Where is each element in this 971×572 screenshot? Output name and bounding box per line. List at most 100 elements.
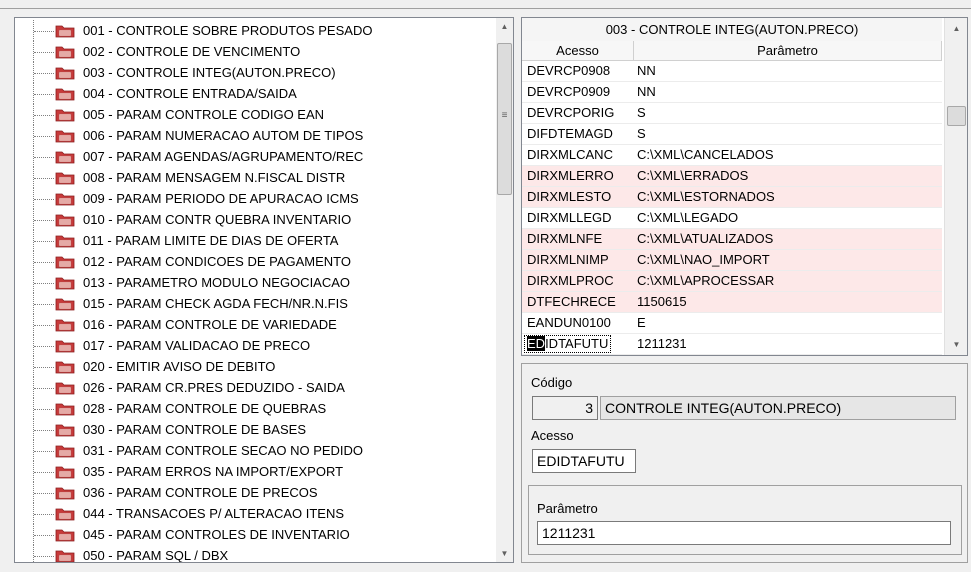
acesso-cell: DEVRCPORIG xyxy=(527,105,615,120)
parameter-grid[interactable]: 003 - CONTROLE INTEG(AUTON.PRECO) Acesso… xyxy=(521,17,968,356)
folder-icon xyxy=(55,151,75,164)
tree-item[interactable]: 050 - PARAM SQL / DBX xyxy=(15,545,497,562)
tree-connector xyxy=(34,220,54,221)
tree-item[interactable]: 007 - PARAM AGENDAS/AGRUPAMENTO/REC xyxy=(15,146,497,167)
grid-row[interactable]: DEVRCP0909 NN xyxy=(522,82,942,103)
tree-item[interactable]: 003 - CONTROLE INTEG(AUTON.PRECO) xyxy=(15,62,497,83)
tree-item-label: 015 - PARAM CHECK AGDA FECH/NR.N.FIS xyxy=(83,296,348,311)
tree-connector xyxy=(34,241,54,242)
grid-row[interactable]: DEVRCP0908 NN xyxy=(522,61,942,82)
tree-item[interactable]: 006 - PARAM NUMERACAO AUTOM DE TIPOS xyxy=(15,125,497,146)
tree-scrollbar[interactable]: ▲ ≡ ▼ xyxy=(496,18,513,562)
grid-row[interactable]: DIRXMLCANC C:\XML\CANCELADOS xyxy=(522,145,942,166)
tree-connector xyxy=(34,94,54,95)
detail-panel: Código 3 CONTROLE INTEG(AUTON.PRECO) Ace… xyxy=(521,363,968,563)
tree-item[interactable]: 009 - PARAM PERIODO DE APURACAO ICMS xyxy=(15,188,497,209)
folder-icon xyxy=(55,277,75,290)
tree-item[interactable]: 015 - PARAM CHECK AGDA FECH/NR.N.FIS xyxy=(15,293,497,314)
grid-row[interactable]: DIRXMLNIMP C:\XML\NAO_IMPORT xyxy=(522,250,942,271)
grid-scroll-thumb[interactable] xyxy=(947,106,966,126)
acesso-inline-editor[interactable]: EDIDTAFUTU xyxy=(524,335,612,353)
folder-icon xyxy=(55,424,75,437)
unselected-text: IDTAFUTU xyxy=(545,336,609,351)
tree-item[interactable]: 008 - PARAM MENSAGEM N.FISCAL DISTR xyxy=(15,167,497,188)
acesso-cell: DIFDTEMAGD xyxy=(527,126,613,141)
tree-item[interactable]: 001 - CONTROLE SOBRE PRODUTOS PESADO xyxy=(15,20,497,41)
folder-icon xyxy=(55,403,75,416)
folder-icon xyxy=(55,130,75,143)
tree-item[interactable]: 002 - CONTROLE DE VENCIMENTO xyxy=(15,41,497,62)
grid-scrollbar[interactable]: ▲ ▼ xyxy=(944,18,967,355)
grid-row-editing[interactable]: EDIDTAFUTU 1211231 xyxy=(522,334,942,355)
tree-connector xyxy=(34,136,54,137)
tree-item-label: 031 - PARAM CONTROLE SECAO NO PEDIDO xyxy=(83,443,364,458)
tree-connector xyxy=(34,283,54,284)
acesso-label: Acesso xyxy=(531,428,574,443)
folder-icon xyxy=(55,172,75,185)
parametro-cell: C:\XML\ERRADOS xyxy=(637,168,749,183)
grid-row[interactable]: DIRXMLESTO C:\XML\ESTORNADOS xyxy=(522,187,942,208)
grid-row[interactable]: DIRXMLLEGD C:\XML\LEGADO xyxy=(522,208,942,229)
parametro-cell: C:\XML\NAO_IMPORT xyxy=(637,252,770,267)
tree-item-label: 012 - PARAM CONDICOES DE PAGAMENTO xyxy=(83,254,351,269)
tree-item-label: 004 - CONTROLE ENTRADA/SAIDA xyxy=(83,86,297,101)
tree-item-label: 003 - CONTROLE INTEG(AUTON.PRECO) xyxy=(83,65,336,80)
folder-icon xyxy=(55,550,75,562)
tree-item-label: 002 - CONTROLE DE VENCIMENTO xyxy=(83,44,301,59)
tree-item[interactable]: 036 - PARAM CONTROLE DE PRECOS xyxy=(15,482,497,503)
tree-item[interactable]: 031 - PARAM CONTROLE SECAO NO PEDIDO xyxy=(15,440,497,461)
tree-item[interactable]: 011 - PARAM LIMITE DE DIAS DE OFERTA xyxy=(15,230,497,251)
tree-item[interactable]: 017 - PARAM VALIDACAO DE PRECO xyxy=(15,335,497,356)
parametro-cell: E xyxy=(637,315,646,330)
tree-item[interactable]: 012 - PARAM CONDICOES DE PAGAMENTO xyxy=(15,251,497,272)
grid-title: 003 - CONTROLE INTEG(AUTON.PRECO) xyxy=(522,18,942,42)
scroll-up-icon[interactable]: ▲ xyxy=(945,20,967,37)
acesso-cell: DIRXMLNFE xyxy=(527,231,603,246)
tree-list: 001 - CONTROLE SOBRE PRODUTOS PESADO 002 … xyxy=(15,20,497,562)
top-divider xyxy=(0,8,971,9)
parameter-tree[interactable]: 001 - CONTROLE SOBRE PRODUTOS PESADO 002 … xyxy=(14,17,514,563)
parametro-cell: S xyxy=(637,105,646,120)
folder-icon xyxy=(55,214,75,227)
tree-connector xyxy=(34,262,54,263)
parametro-group: Parâmetro 1211231 xyxy=(528,485,962,555)
tree-item[interactable]: 026 - PARAM CR.PRES DEDUZIDO - SAIDA xyxy=(15,377,497,398)
acesso-cell-editor[interactable]: EDIDTAFUTU xyxy=(524,334,628,354)
grid-row[interactable]: DEVRCPORIG S xyxy=(522,103,942,124)
grid-row[interactable]: DIRXMLERRO C:\XML\ERRADOS xyxy=(522,166,942,187)
tree-item[interactable]: 005 - PARAM CONTROLE CODIGO EAN xyxy=(15,104,497,125)
tree-scroll-thumb[interactable]: ≡ xyxy=(497,43,512,195)
grid-row[interactable]: EANDUN0100 E xyxy=(522,313,942,334)
tree-item[interactable]: 020 - EMITIR AVISO DE DEBITO xyxy=(15,356,497,377)
tree-item[interactable]: 035 - PARAM ERROS NA IMPORT/EXPORT xyxy=(15,461,497,482)
tree-connector xyxy=(34,325,54,326)
grid-row[interactable]: DIRXMLNFE C:\XML\ATUALIZADOS xyxy=(522,229,942,250)
tree-connector xyxy=(34,31,54,32)
parametro-field[interactable]: 1211231 xyxy=(537,521,951,545)
tree-item[interactable]: 028 - PARAM CONTROLE DE QUEBRAS xyxy=(15,398,497,419)
tree-item[interactable]: 044 - TRANSACOES P/ ALTERACAO ITENS xyxy=(15,503,497,524)
scroll-down-icon[interactable]: ▼ xyxy=(496,545,513,562)
grid-row[interactable]: DTFECHRECE 1150615 xyxy=(522,292,942,313)
column-header-acesso[interactable]: Acesso xyxy=(522,41,634,60)
tree-item[interactable]: 004 - CONTROLE ENTRADA/SAIDA xyxy=(15,83,497,104)
folder-icon xyxy=(55,361,75,374)
grid-row[interactable]: DIFDTEMAGD S xyxy=(522,124,942,145)
tree-item[interactable]: 016 - PARAM CONTROLE DE VARIEDADE xyxy=(15,314,497,335)
tree-item-label: 008 - PARAM MENSAGEM N.FISCAL DISTR xyxy=(83,170,346,185)
parametro-cell: 1211231 xyxy=(637,336,687,351)
grid-row[interactable]: DIRXMLPROC C:\XML\APROCESSAR xyxy=(522,271,942,292)
tree-connector xyxy=(34,535,54,536)
tree-item[interactable]: 010 - PARAM CONTR QUEBRA INVENTARIO xyxy=(15,209,497,230)
tree-item[interactable]: 013 - PARAMETRO MODULO NEGOCIACAO xyxy=(15,272,497,293)
parametro-cell: C:\XML\ESTORNADOS xyxy=(637,189,775,204)
scroll-down-icon[interactable]: ▼ xyxy=(945,336,967,353)
tree-item-label: 044 - TRANSACOES P/ ALTERACAO ITENS xyxy=(83,506,345,521)
tree-item-label: 013 - PARAMETRO MODULO NEGOCIACAO xyxy=(83,275,351,290)
folder-icon xyxy=(55,340,75,353)
scroll-up-icon[interactable]: ▲ xyxy=(496,18,513,35)
tree-item[interactable]: 045 - PARAM CONTROLES DE INVENTARIO xyxy=(15,524,497,545)
tree-item[interactable]: 030 - PARAM CONTROLE DE BASES xyxy=(15,419,497,440)
column-header-parametro[interactable]: Parâmetro xyxy=(634,41,942,60)
acesso-field[interactable]: EDIDTAFUTU xyxy=(532,449,636,473)
